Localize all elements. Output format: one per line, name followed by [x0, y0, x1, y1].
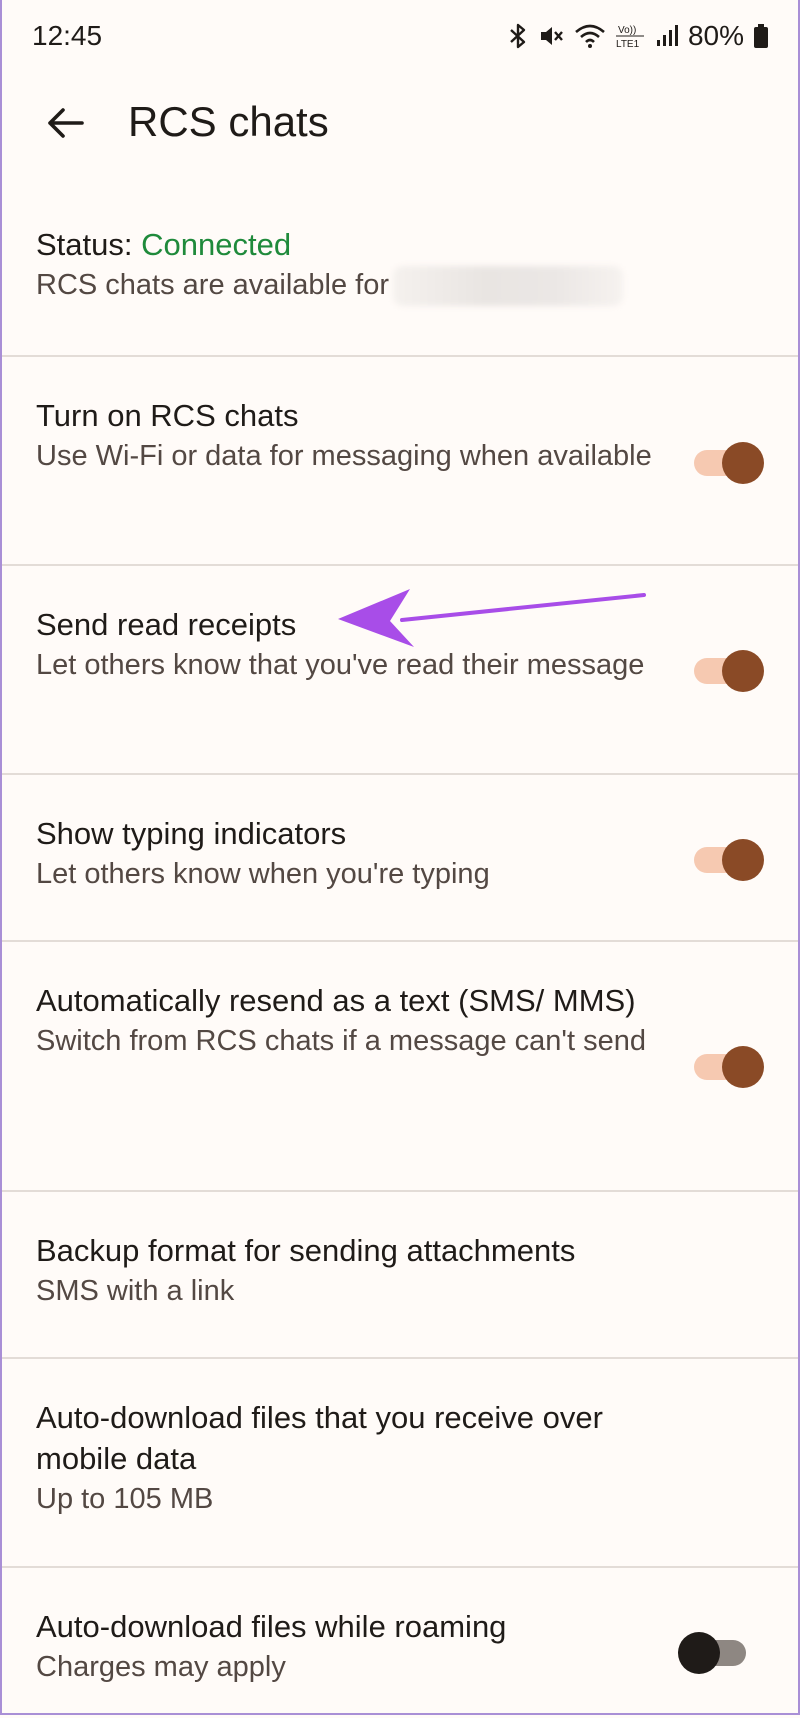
turn-on-rcs-toggle[interactable]	[694, 440, 764, 486]
volte-icon: Vo)) LTE1	[615, 25, 644, 50]
setting-subtitle: Use Wi-Fi or data for messaging when ava…	[36, 440, 652, 472]
auto-resend-sms-toggle[interactable]	[694, 1044, 764, 1090]
setting-title: Show typing indicators	[36, 816, 347, 851]
clock: 12:45	[32, 20, 103, 51]
redacted-phone-number	[393, 266, 623, 307]
setting-title: Auto-download files while roaming	[36, 1609, 507, 1644]
setting-title: Turn on RCS chats	[36, 398, 299, 433]
setting-title: Automatically resend as a text (SMS/ MMS…	[36, 983, 636, 1018]
mute-icon	[540, 27, 563, 45]
toggle-thumb	[678, 1632, 720, 1674]
setting-subtitle: Let others know when you're typing	[36, 858, 490, 890]
toggle-thumb	[722, 442, 764, 484]
annotation-arrow-icon	[338, 589, 646, 647]
back-button[interactable]	[38, 96, 92, 150]
wifi-icon	[575, 24, 605, 48]
setting-title: Auto-download files that you receive ove…	[36, 1400, 603, 1476]
setting-auto-download-mobile-data[interactable]: Auto-download files that you receive ove…	[2, 1359, 798, 1568]
show-typing-indicators-toggle[interactable]	[694, 837, 764, 883]
toggle-thumb	[722, 839, 764, 881]
setting-subtitle: Up to 105 MB	[36, 1483, 214, 1515]
svg-text:LTE1: LTE1	[616, 39, 640, 50]
status-label: Status:	[36, 227, 142, 262]
arrow-left-icon	[48, 108, 84, 138]
setting-auto-resend-sms[interactable]: Automatically resend as a text (SMS/ MMS…	[2, 942, 798, 1192]
battery-icon	[754, 24, 768, 48]
auto-download-roaming-toggle[interactable]	[678, 1630, 750, 1676]
setting-title: Backup format for sending attachments	[36, 1233, 576, 1268]
app-bar: RCS chats	[2, 78, 798, 168]
bluetooth-icon	[510, 23, 526, 49]
setting-show-typing-indicators[interactable]: Show typing indicators Let others know w…	[2, 775, 798, 942]
svg-text:Vo)): Vo))	[618, 25, 636, 36]
toggle-thumb	[722, 650, 764, 692]
setting-subtitle: Charges may apply	[36, 1651, 286, 1683]
setting-subtitle: Switch from RCS chats if a message can't…	[36, 1025, 646, 1057]
setting-subtitle: SMS with a link	[36, 1275, 235, 1307]
status-line: Status: Connected	[36, 224, 658, 265]
setting-backup-format[interactable]: Backup format for sending attachments SM…	[2, 1192, 798, 1359]
status-description-text: RCS chats are available for	[36, 269, 389, 301]
setting-auto-download-roaming[interactable]: Auto-download files while roaming Charge…	[2, 1568, 798, 1718]
settings-list: Status: Connected RCS chats are availabl…	[2, 190, 798, 1718]
status-description: RCS chats are available for	[36, 265, 658, 307]
status-bar: 12:45 Vo)) LTE1 80%	[2, 0, 798, 72]
page-title: RCS chats	[128, 98, 329, 145]
status-value: Connected	[141, 227, 292, 262]
signal-icon	[656, 25, 678, 46]
toggle-thumb	[722, 1046, 764, 1088]
status-row: Status: Connected RCS chats are availabl…	[2, 190, 798, 357]
status-icons: Vo)) LTE1 80%	[508, 20, 768, 52]
send-read-receipts-toggle[interactable]	[694, 648, 764, 694]
battery-percentage: 80%	[687, 20, 744, 51]
setting-turn-on-rcs[interactable]: Turn on RCS chats Use Wi-Fi or data for …	[2, 357, 798, 566]
